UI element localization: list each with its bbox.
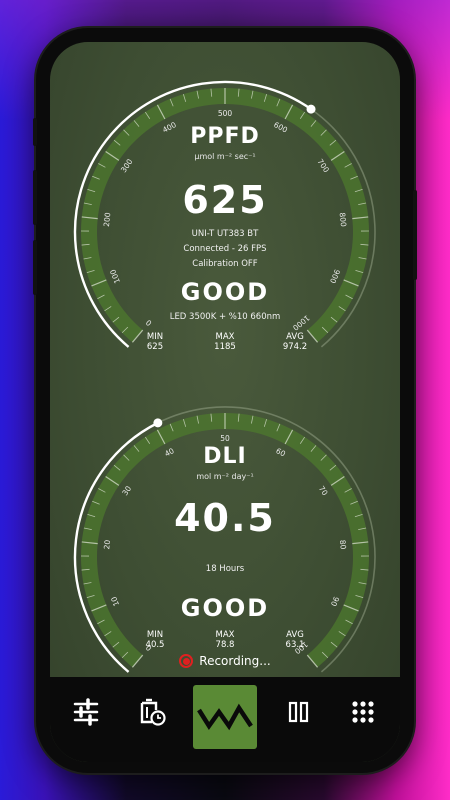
ppfd-min-label: MIN [146, 332, 164, 342]
ppfd-max-label: MAX [215, 332, 235, 342]
dli-gauge-tick-label: 20 [102, 539, 112, 550]
settings-button[interactable] [68, 677, 104, 747]
dli-gauge-knob [153, 418, 163, 428]
ppfd-device: UNI-T UT383 BT [191, 229, 259, 239]
ppfd-gauge: 0 100 200 300 400 500 600 700 800 900 1000 PPFD μm… [50, 42, 400, 372]
dli-title: DLI [203, 444, 247, 469]
phone-side-button [33, 118, 37, 146]
menu-button[interactable] [348, 677, 378, 747]
dli-max: MAX 78.8 [195, 630, 255, 650]
ppfd-status: GOOD [180, 278, 270, 306]
pause-button[interactable] [284, 677, 314, 747]
ppfd-avg-value: 974.2 [282, 342, 308, 352]
ppfd-gauge-tick-label: 500 [218, 109, 233, 118]
ppfd-max-value: 1185 [214, 342, 236, 352]
bottom-navigation [50, 677, 400, 762]
dli-max-label: MAX [215, 630, 235, 640]
dli-hours: 18 Hours [205, 564, 245, 574]
sliders-icon [73, 698, 99, 726]
ppfd-min-value: 625 [146, 342, 164, 352]
ppfd-stats: MIN 625 MAX 1185 AVG 974.2 [125, 332, 325, 352]
dli-status: GOOD [180, 594, 270, 622]
waveform-icon [197, 703, 253, 731]
dli-max-value: 78.8 [215, 640, 235, 650]
dli-avg-value: 63.1 [285, 640, 305, 650]
phone-side-button [33, 170, 37, 225]
dli-avg: AVG 63.1 [265, 630, 325, 650]
recording-indicator[interactable]: Recording... [50, 654, 400, 668]
ppfd-gauge-knob [306, 104, 316, 114]
dli-avg-label: AVG [286, 630, 304, 640]
ppfd-connection: Connected - 26 FPS [183, 244, 267, 254]
phone-power-button [413, 190, 417, 280]
dli-gauge-tick-label: 80 [338, 539, 348, 550]
dli-gauge-tick-label: 50 [220, 434, 230, 443]
app-screen: 0 100 200 300 400 500 600 700 800 900 1000 PPFD μm… [50, 42, 400, 762]
live-graph-button[interactable] [193, 685, 257, 749]
ppfd-unit: μmol m⁻² sec⁻¹ [194, 152, 256, 161]
grid-dots-icon [352, 701, 374, 723]
dli-min: MIN 40.5 [125, 630, 185, 650]
phone-side-button [33, 240, 37, 295]
ppfd-avg-label: AVG [286, 332, 304, 342]
ppfd-title: PPFD [190, 124, 260, 149]
history-clock-icon [140, 698, 166, 726]
ppfd-avg: AVG 974.2 [265, 332, 325, 352]
dli-min-label: MIN [146, 630, 164, 640]
ppfd-light-source: LED 3500K + %10 660nm [169, 312, 281, 322]
ppfd-calibration: Calibration OFF [192, 259, 258, 269]
ppfd-value: 625 [182, 178, 268, 222]
ppfd-min: MIN 625 [125, 332, 185, 352]
pause-icon [288, 701, 309, 723]
recording-label: Recording... [199, 654, 271, 668]
dli-unit: mol m⁻² day⁻¹ [196, 472, 254, 481]
ppfd-max: MAX 1185 [195, 332, 255, 352]
dli-gauge: 0 10 20 30 40 50 60 70 80 90 100 DLI mol m⁻² day⁻¹… [50, 372, 400, 692]
dli-stats: MIN 40.5 MAX 78.8 AVG 63.1 [125, 630, 325, 650]
dli-value: 40.5 [174, 496, 276, 540]
record-icon [179, 654, 194, 668]
history-button[interactable] [134, 677, 170, 747]
dli-min-value: 40.5 [145, 640, 165, 650]
